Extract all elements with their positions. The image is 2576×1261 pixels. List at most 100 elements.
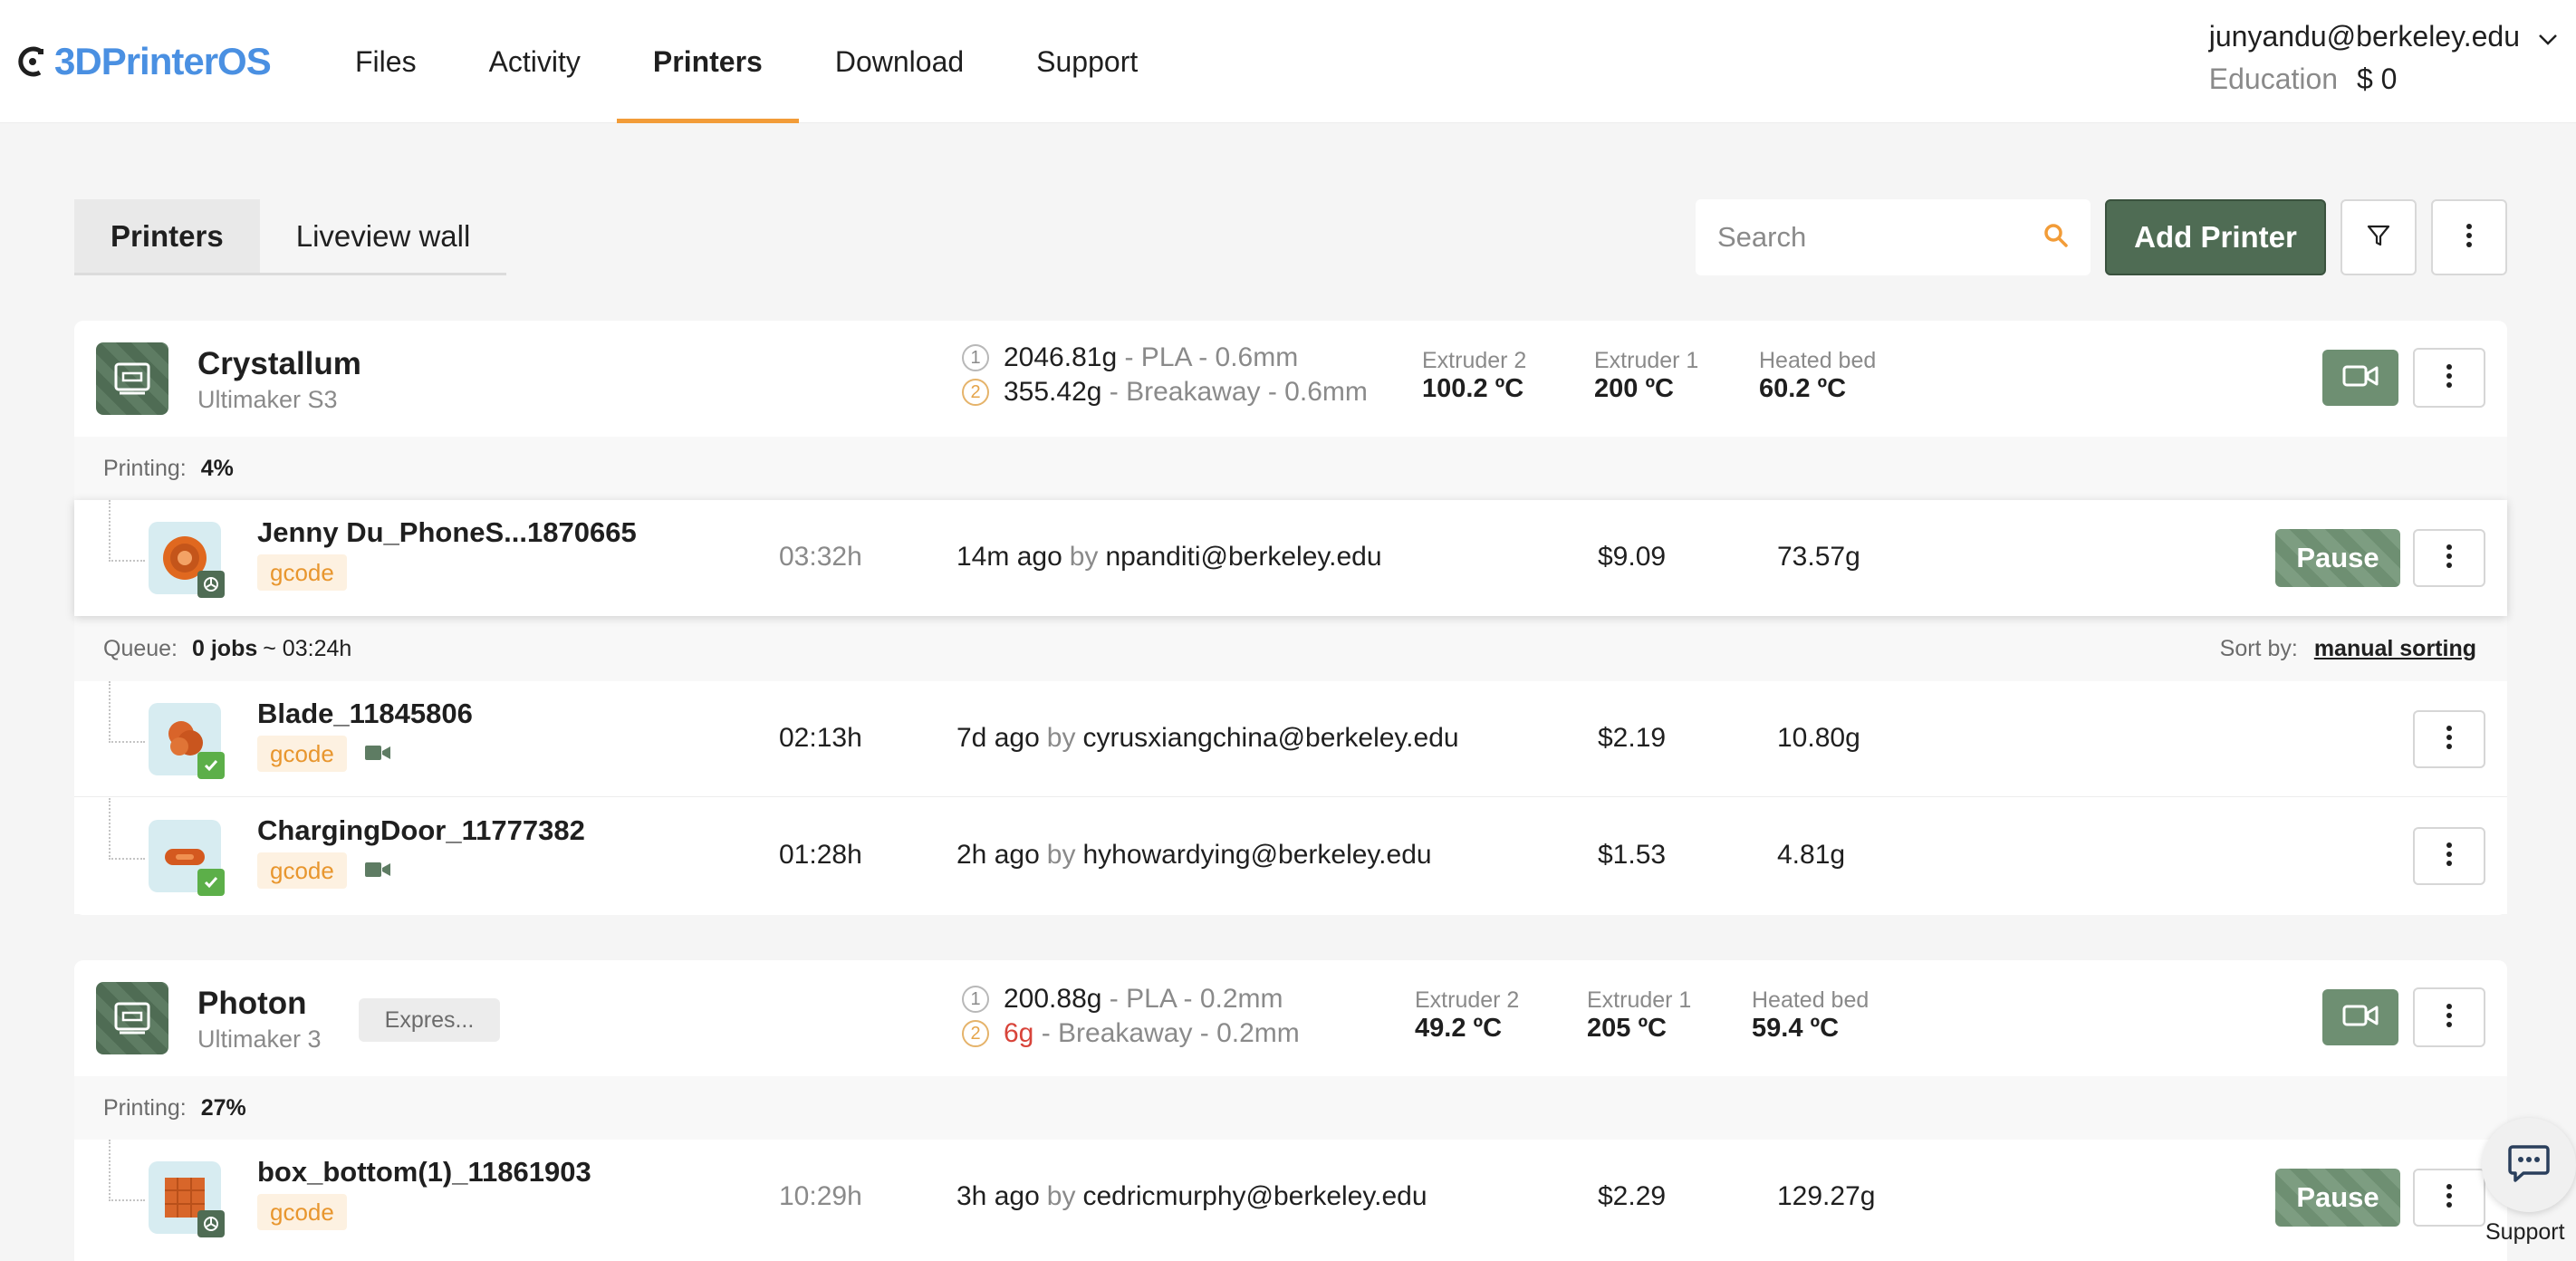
job-duration: 01:28h: [779, 840, 862, 870]
logo-text: 3DPrinterOS: [54, 40, 272, 82]
job-user: hyhowardying@berkeley.edu: [1082, 840, 1432, 870]
job-name[interactable]: ChargingDoor_11777382: [257, 814, 585, 847]
sort-label: Sort by:: [2219, 635, 2298, 661]
job-menu-button[interactable]: [2413, 710, 2485, 768]
printer-icon: [96, 982, 168, 1054]
job-user: npanditi@berkeley.edu: [1105, 542, 1382, 572]
job-cost: $2.29: [1598, 1181, 1667, 1211]
logo-mark-icon: [14, 43, 51, 80]
current-job-row[interactable]: box_bottom(1)_11861903 gcode 10:29h 3h a…: [74, 1140, 2507, 1256]
pause-button[interactable]: Pause: [2275, 1169, 2400, 1227]
temp-value: 100.2 ºC: [1422, 374, 1524, 403]
job-by: by: [1046, 840, 1076, 870]
printer-menu-button[interactable]: [2413, 987, 2485, 1047]
job-menu-button[interactable]: [2413, 827, 2485, 885]
job-duration: 03:32h: [779, 542, 862, 572]
search-icon[interactable]: [2043, 223, 2069, 253]
printer-header[interactable]: Photon Ultimaker 3 Expres... 1 200.88g -…: [74, 960, 2507, 1076]
tab-liveview-wall[interactable]: Liveview wall: [260, 199, 507, 273]
app-logo[interactable]: 3DPrinterOS: [14, 36, 272, 87]
job-by: by: [1046, 1181, 1076, 1211]
job-name[interactable]: Jenny Du_PhoneS...1870665: [257, 516, 637, 549]
material-spec: - Breakaway - 0.2mm: [1041, 1018, 1300, 1048]
queue-status: Queue: 0 jobs ~ 03:24h Sort by: manual s…: [74, 616, 2507, 681]
tree-connector: [109, 681, 145, 743]
print-progress: 27%: [200, 1094, 246, 1121]
queued-job-row[interactable]: ChargingDoor_11777382 gcode 01:28h 2h ag…: [74, 798, 2507, 914]
support-chat-button[interactable]: [2482, 1118, 2576, 1212]
filter-button[interactable]: [2341, 199, 2417, 275]
printer-name: Photon: [197, 986, 307, 1021]
tab-printers[interactable]: Printers: [74, 199, 260, 273]
check-icon: [197, 869, 225, 896]
job-submitted: 14m ago by npanditi@berkeley.edu: [956, 542, 1382, 573]
printer-card: Photon Ultimaker 3 Expres... 1 200.88g -…: [74, 960, 2507, 1261]
material-slot-2: 2 355.42g - Breakaway - 0.6mm: [962, 377, 1368, 408]
nav-download[interactable]: Download: [799, 0, 1000, 123]
slot-number: 2: [962, 379, 989, 406]
job-name[interactable]: box_bottom(1)_11861903: [257, 1156, 591, 1189]
job-menu-button[interactable]: [2413, 529, 2485, 587]
job-submitted: 2h ago by hyhowardying@berkeley.edu: [956, 840, 1432, 871]
file-type-tag: gcode: [257, 736, 347, 772]
printer-model: Ultimaker S3: [197, 386, 338, 413]
print-progress: 4%: [200, 455, 234, 481]
account-email: junyandu@berkeley.edu: [2208, 20, 2520, 53]
material-slot-1: 1 2046.81g - PLA - 0.6mm: [962, 342, 1298, 373]
account-balance: $ 0: [2356, 63, 2398, 95]
job-ago: 2h ago: [956, 840, 1040, 870]
job-weight: 73.57g: [1777, 542, 1860, 572]
temp-heated-bed: Heated bed 59.4 ºC: [1752, 987, 1869, 1044]
nav-printers[interactable]: Printers: [616, 0, 799, 123]
material-spec: - PLA - 0.2mm: [1109, 984, 1283, 1014]
temp-heated-bed: Heated bed 60.2 ºC: [1759, 348, 1876, 404]
temp-label: Extruder 2: [1415, 987, 1520, 1013]
current-job-row[interactable]: Jenny Du_PhoneS...1870665 gcode 03:32h 1…: [74, 500, 2507, 616]
printer-icon: [96, 342, 168, 415]
add-printer-button[interactable]: Add Printer: [2105, 199, 2326, 275]
material-weight: 355.42g: [1004, 377, 1102, 407]
job-ago: 7d ago: [956, 723, 1040, 753]
printer-header[interactable]: Crystallum Ultimaker S3 1 2046.81g - PLA…: [74, 321, 2507, 437]
main-nav: Files Activity Printers Download Support: [319, 0, 1174, 123]
job-weight: 10.80g: [1777, 723, 1860, 753]
printing-status: Printing: 27%: [74, 1076, 2507, 1140]
live-camera-button[interactable]: [2322, 989, 2398, 1045]
nav-files[interactable]: Files: [319, 0, 453, 123]
printer-badge: Expres...: [359, 998, 500, 1042]
more-options-button[interactable]: [2431, 199, 2507, 275]
printing-status: Printing: 4%: [74, 437, 2507, 500]
account-email-row[interactable]: junyandu@berkeley.edu: [2209, 20, 2558, 53]
queued-job-row[interactable]: Blade_11845806 gcode 02:13h 7d ago by cyru…: [74, 681, 2507, 797]
printer-name: Crystallum: [197, 346, 361, 381]
material-spec: - Breakaway - 0.6mm: [1109, 377, 1368, 407]
temp-label: Heated bed: [1759, 348, 1877, 373]
temp-extruder-2: Extruder 2 100.2 ºC: [1422, 348, 1526, 404]
job-menu-button[interactable]: [2413, 1169, 2485, 1227]
live-camera-button[interactable]: [2322, 350, 2398, 406]
support-label: Support: [2485, 1219, 2565, 1245]
job-submitted: 7d ago by cyrusxiangchina@berkeley.edu: [956, 723, 1459, 754]
material-weight: 200.88g: [1004, 984, 1102, 1014]
sort-mode-link[interactable]: manual sorting: [2314, 636, 2476, 662]
slot-number: 1: [962, 344, 989, 371]
account-menu[interactable]: junyandu@berkeley.edu Education $ 0: [2209, 20, 2558, 96]
temp-value: 200 ºC: [1594, 374, 1674, 403]
job-duration: 02:13h: [779, 723, 862, 753]
nav-support[interactable]: Support: [1000, 0, 1174, 123]
job-by: by: [1046, 723, 1076, 753]
file-type-tag: gcode: [257, 1194, 347, 1230]
slot-number: 2: [962, 1020, 989, 1047]
material-weight-low: 6g: [1004, 1018, 1034, 1048]
printing-status-icon: [197, 1210, 225, 1237]
printer-menu-button[interactable]: [2413, 348, 2485, 408]
check-icon: [197, 752, 225, 779]
nav-activity[interactable]: Activity: [453, 0, 617, 123]
job-user: cedricmurphy@berkeley.edu: [1082, 1181, 1427, 1211]
job-name[interactable]: Blade_11845806: [257, 698, 473, 730]
tree-connector: [109, 1140, 145, 1201]
search-input[interactable]: [1717, 221, 2007, 254]
filter-icon: [2366, 223, 2391, 253]
pause-button[interactable]: Pause: [2275, 529, 2400, 587]
job-cost: $9.09: [1598, 542, 1667, 572]
